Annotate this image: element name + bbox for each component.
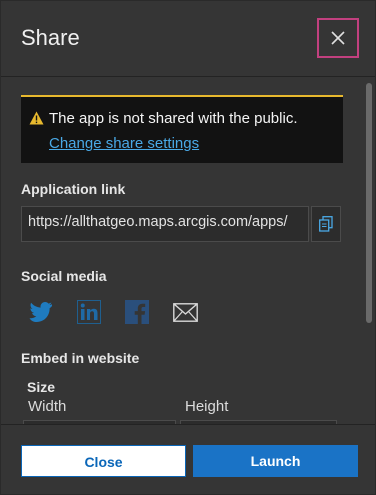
close-dialog-button[interactable] (317, 18, 359, 58)
facebook-share-button[interactable] (124, 300, 150, 324)
email-share-button[interactable] (172, 300, 198, 324)
share-warning-notice: The app is not shared with the public. C… (21, 95, 343, 163)
application-link-input[interactable]: https://allthatgeo.maps.arcgis.com/apps/ (21, 206, 309, 242)
twitter-icon (29, 302, 52, 322)
facebook-icon (125, 300, 149, 324)
dialog-header: Share (1, 1, 375, 77)
twitter-share-button[interactable] (28, 300, 54, 324)
embed-in-website-label: Embed in website (21, 350, 140, 366)
copy-link-button[interactable] (311, 206, 341, 242)
social-media-label: Social media (21, 268, 107, 284)
linkedin-share-button[interactable] (76, 300, 102, 324)
width-label: Width (28, 398, 67, 415)
warning-icon (29, 111, 44, 125)
linkedin-icon (77, 300, 101, 324)
dialog-content[interactable]: The app is not shared with the public. C… (1, 77, 375, 424)
application-link-label: Application link (21, 181, 126, 197)
content-scrollbar[interactable] (366, 83, 372, 323)
height-label: Height (185, 398, 229, 415)
close-button[interactable]: Close (21, 445, 186, 477)
launch-button[interactable]: Launch (193, 445, 358, 477)
warning-text: The app is not shared with the public. (49, 110, 298, 127)
size-label: Size (27, 379, 56, 395)
change-share-settings-link[interactable]: Change share settings (49, 135, 199, 152)
email-icon (172, 302, 198, 322)
share-dialog: Share The app is not shared with the pub… (0, 0, 376, 495)
copy-icon (319, 216, 333, 232)
dialog-title: Share (21, 25, 80, 50)
close-icon (331, 31, 345, 45)
dialog-footer: Close Launch (1, 424, 375, 494)
